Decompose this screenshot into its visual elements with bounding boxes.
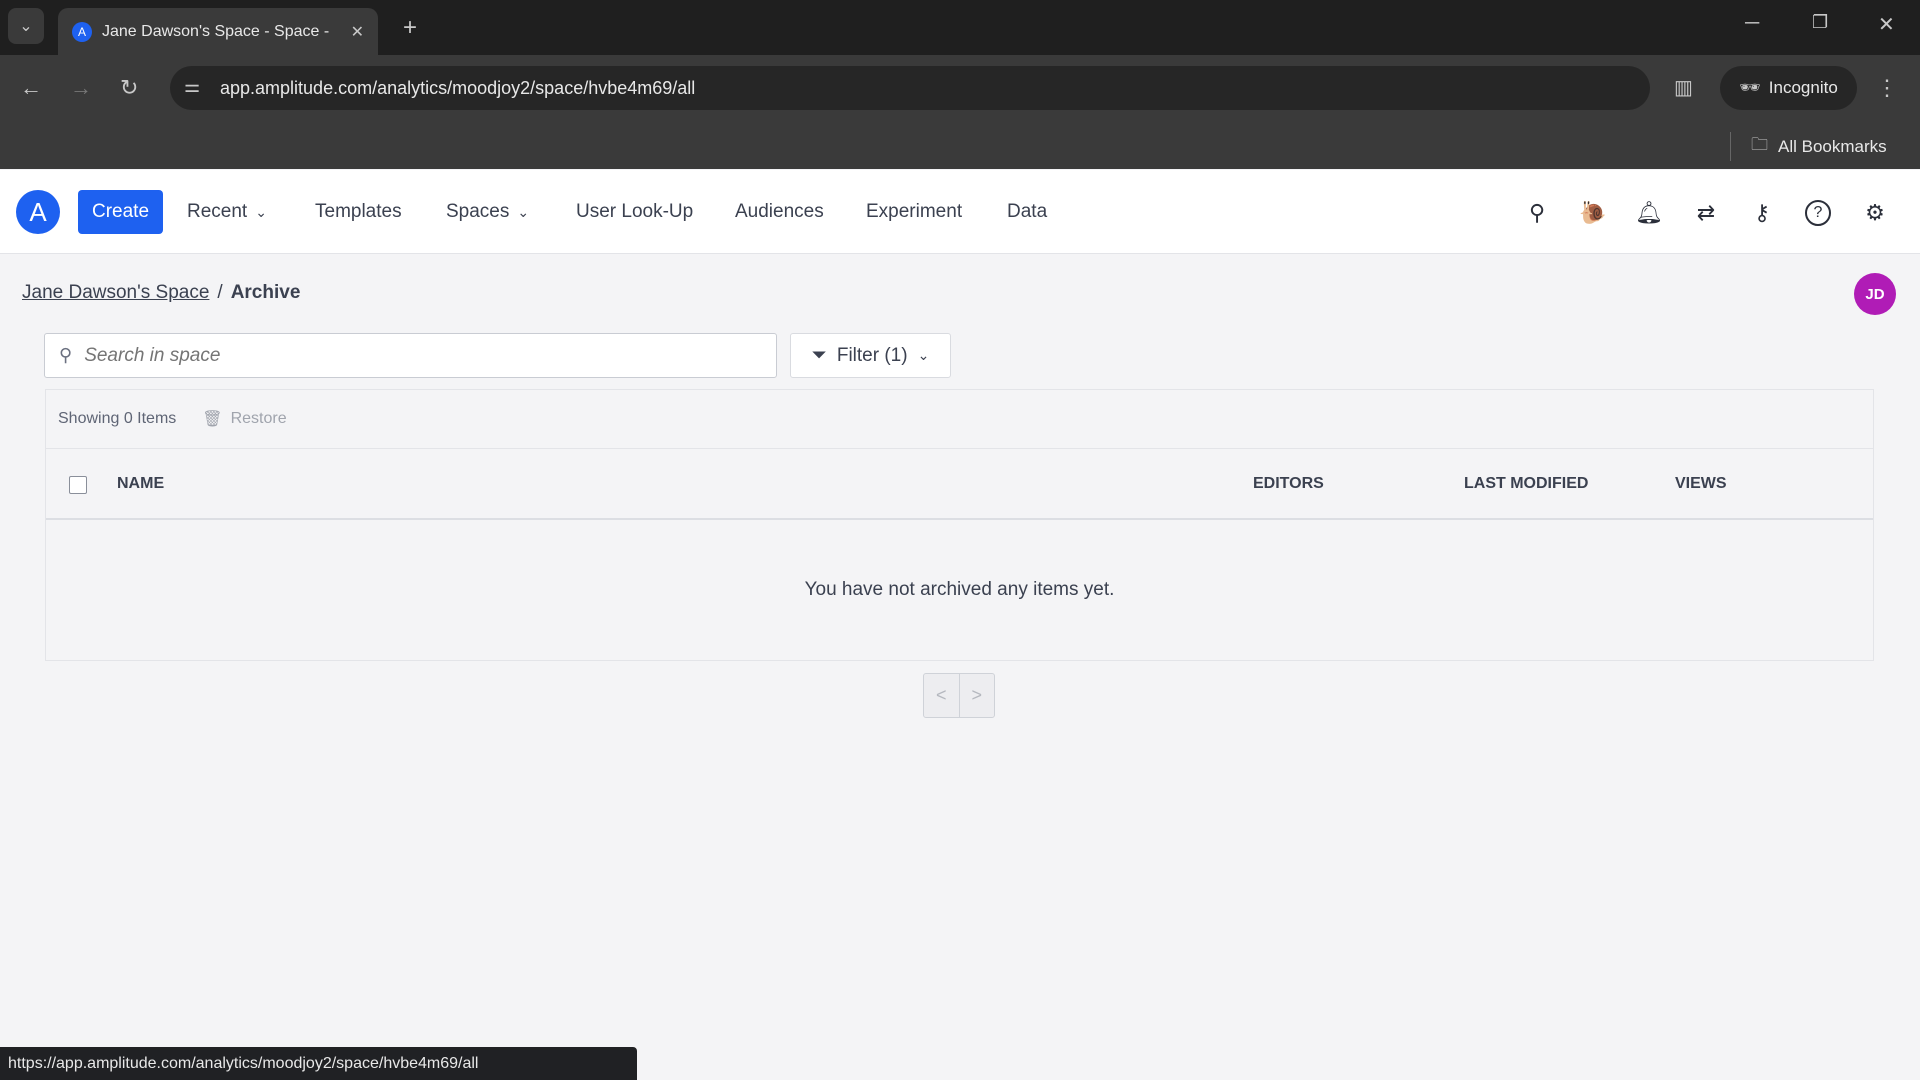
nav-templates[interactable]: Templates: [315, 170, 402, 254]
all-bookmarks[interactable]: 🗀 All Bookmarks: [1730, 132, 1887, 161]
tab-list-chevron-icon[interactable]: ⌄: [8, 8, 44, 44]
nav-spaces-label: Spaces: [446, 201, 510, 222]
back-icon[interactable]: ←: [20, 75, 42, 101]
url-text: app.amplitude.com/analytics/moodjoy2/spa…: [220, 77, 696, 98]
chevron-down-icon: ⌄: [255, 203, 267, 220]
nav-spaces[interactable]: Spaces ⌄: [446, 170, 529, 254]
sync-arrows-icon[interactable]: ⇄: [1693, 200, 1719, 226]
incognito-badge[interactable]: 🕶 Incognito: [1720, 66, 1857, 110]
avatar[interactable]: JD: [1854, 273, 1896, 315]
select-all-checkbox[interactable]: [69, 476, 87, 494]
nav-recent[interactable]: Recent ⌄: [187, 170, 267, 254]
column-views[interactable]: VIEWS: [1675, 475, 1727, 493]
chevron-down-icon: ⌄: [517, 203, 530, 220]
search-box[interactable]: ⚲: [44, 333, 777, 378]
minimize-icon[interactable]: ─: [1745, 12, 1759, 35]
breadcrumb-current: Archive: [230, 282, 301, 303]
table-header: NAME EDITORS LAST MODIFIED VIEWS: [46, 449, 1873, 520]
browser-tab-bar: ⌄ A Jane Dawson's Space - Space - ✕ + ─ …: [0, 0, 1920, 55]
search-icon: ⚲: [59, 345, 73, 365]
nav-audiences[interactable]: Audiences: [735, 170, 824, 254]
chevron-down-icon: ⌄: [917, 347, 930, 363]
new-tab-icon[interactable]: +: [392, 10, 428, 46]
trash-restore-icon: 🗑: [202, 411, 223, 428]
forward-icon[interactable]: →: [70, 75, 92, 101]
help-icon[interactable]: ?: [1805, 200, 1831, 226]
gear-icon[interactable]: ⚙: [1862, 200, 1888, 226]
snail-icon[interactable]: 🐌: [1579, 200, 1606, 226]
address-bar[interactable]: ⚌ app.amplitude.com/analytics/moodjoy2/s…: [170, 66, 1650, 110]
browser-tab[interactable]: A Jane Dawson's Space - Space - ✕: [58, 8, 378, 55]
empty-state-message: You have not archived any items yet.: [804, 579, 1115, 600]
next-page-button[interactable]: >: [960, 674, 995, 717]
nav-experiment[interactable]: Experiment: [866, 170, 962, 254]
item-count: Showing 0 Items: [58, 410, 177, 427]
create-button[interactable]: Create: [78, 190, 163, 234]
nav-data[interactable]: Data: [1007, 170, 1047, 254]
filter-button[interactable]: ⏷ Filter (1) ⌄: [790, 333, 951, 378]
tab-title: Jane Dawson's Space - Space -: [102, 22, 330, 40]
amplitude-logo[interactable]: A: [16, 190, 60, 234]
status-bar-url: https://app.amplitude.com/analytics/mood…: [0, 1047, 637, 1080]
side-panel-icon[interactable]: ▥: [1674, 75, 1693, 100]
close-tab-icon[interactable]: ✕: [351, 22, 364, 42]
filter-icon: ⏷: [811, 344, 827, 366]
breadcrumb-space-link[interactable]: Jane Dawson's Space: [22, 282, 209, 304]
bell-icon[interactable]: 🔔︎: [1635, 200, 1663, 226]
close-window-icon[interactable]: ✕: [1878, 12, 1895, 37]
menu-dots-icon[interactable]: ⋮: [1876, 75, 1898, 101]
folder-icon: 🗀: [1751, 135, 1768, 154]
app-navbar: A Create Recent ⌄ Templates Spaces ⌄ User …: [0, 170, 1920, 254]
incognito-icon: 🕶: [1739, 78, 1761, 97]
search-icon[interactable]: ⚲: [1524, 200, 1550, 226]
incognito-label: Incognito: [1768, 78, 1838, 97]
breadcrumb-separator: /: [217, 282, 223, 303]
column-last-modified[interactable]: LAST MODIFIED: [1464, 475, 1588, 493]
breadcrumb: Jane Dawson's Space / Archive: [22, 282, 300, 304]
all-bookmarks-label: All Bookmarks: [1778, 136, 1887, 156]
column-editors[interactable]: EDITORS: [1253, 475, 1324, 493]
search-input[interactable]: [84, 344, 735, 367]
amplitude-favicon-icon: A: [72, 21, 92, 42]
key-sparkle-icon[interactable]: ⚷: [1749, 200, 1775, 226]
nav-user-lookup[interactable]: User Look-Up: [576, 170, 693, 254]
reload-icon[interactable]: ↻: [120, 75, 138, 101]
table-toolbar: Showing 0 Items 🗑 Restore: [46, 390, 1873, 449]
archive-table: Showing 0 Items 🗑 Restore NAME EDITORS LA…: [45, 389, 1874, 661]
restore-label: Restore: [230, 410, 287, 427]
restore-window-icon[interactable]: ❐: [1812, 12, 1828, 33]
restore-button[interactable]: 🗑 Restore: [202, 409, 286, 429]
site-info-icon[interactable]: ⚌: [184, 76, 200, 97]
pagination: < >: [923, 673, 995, 718]
filter-label: Filter (1): [836, 344, 908, 366]
prev-page-button[interactable]: <: [924, 674, 960, 717]
column-name[interactable]: NAME: [117, 475, 164, 493]
nav-recent-label: Recent: [187, 201, 248, 222]
